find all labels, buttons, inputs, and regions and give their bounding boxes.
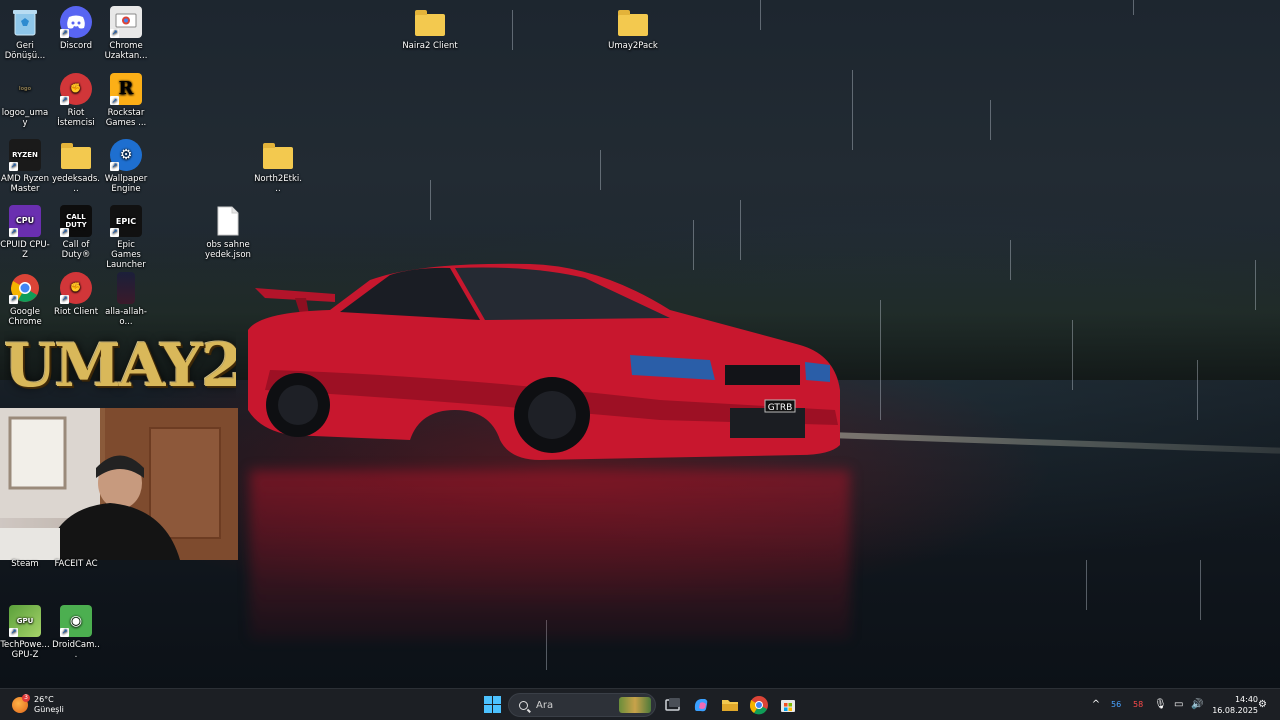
desktop-icon-call-of-duty[interactable]: CALL DUTY ↗ Call of Duty®	[51, 205, 101, 260]
copilot-icon	[694, 699, 708, 712]
desktop-icon-umay2pack[interactable]: Umay2Pack	[603, 6, 663, 51]
desktop-icon-recycle-bin[interactable]: Geri Dönüşü...	[0, 6, 50, 61]
search-placeholder: Ara	[536, 699, 554, 711]
windows-logo-icon	[484, 696, 492, 704]
search-icon	[519, 700, 528, 710]
webcam-person-image	[0, 408, 238, 560]
weather-condition: Güneşli	[34, 705, 64, 714]
droidcam-icon: ◉ ↗	[60, 605, 92, 637]
desktop-wallpaper: GTRB UMAY2	[0, 0, 1280, 688]
search-highlight-image	[619, 697, 651, 713]
desktop-icon-wallpaper-engine[interactable]: ⚙ ↗ Wallpaper Engine	[101, 139, 151, 194]
taskbar-clock[interactable]: 14:40 16.08.2025	[1206, 694, 1258, 716]
chrome-icon: ↗	[9, 272, 41, 304]
network-icon[interactable]: ▭	[1174, 689, 1183, 720]
folder-icon	[414, 6, 446, 38]
desktop-icon-google-chrome[interactable]: ↗ Google Chrome	[0, 272, 50, 327]
microphone-icon[interactable]: 🎙	[1154, 689, 1167, 720]
desktop-icon-alla-allah[interactable]: alla-allah-o...	[101, 272, 151, 327]
copilot-button[interactable]	[691, 695, 711, 715]
desktop-icon-chrome-remote-desktop[interactable]: ↗ Chrome Uzaktan...	[101, 6, 151, 61]
image-file-icon	[117, 272, 135, 304]
clock-time: 14:40	[1234, 695, 1258, 704]
recycle-bin-icon	[9, 6, 41, 38]
desktop-icon-rockstar-games[interactable]: R ↗ Rockstar Games ...	[101, 73, 151, 128]
task-view-button[interactable]	[663, 695, 683, 715]
microsoft-store-button[interactable]	[778, 695, 798, 715]
riot-client-icon: ✊ ↗	[60, 73, 92, 105]
task-view-icon	[665, 698, 680, 711]
gpu-z-icon: GPU ↗	[9, 605, 41, 637]
json-file-icon	[212, 205, 244, 237]
desktop-icon-obs-sahne-yedek[interactable]: obs sahne yedek.json	[203, 205, 253, 260]
taskbar: 3 26°C Güneşli Ara ^ 56 58 🎙 ▭ 🔊 14:40 1…	[0, 688, 1280, 720]
tray-blue-value[interactable]: 56	[1111, 689, 1121, 720]
tray-red-value[interactable]: 58	[1133, 689, 1143, 720]
rockstar-games-icon: R ↗	[110, 73, 142, 105]
weather-widget[interactable]: 3 26°C Güneşli	[12, 693, 64, 717]
desktop-icon-steam[interactable]: Steam	[0, 559, 50, 569]
desktop-icon-faceit-ac[interactable]: FACEIT AC	[51, 559, 101, 569]
folder-icon	[60, 139, 92, 171]
chrome-icon	[749, 696, 768, 715]
start-button[interactable]	[484, 696, 501, 713]
folder-icon	[262, 139, 294, 171]
chrome-taskbar-button[interactable]	[749, 695, 769, 715]
volume-icon[interactable]: 🔊	[1191, 689, 1203, 720]
weather-temperature: 26°C	[34, 695, 54, 704]
riot-client-icon: ✊ ↗	[60, 272, 92, 304]
car-image: GTRB	[248, 263, 840, 460]
file-explorer-button[interactable]	[720, 695, 740, 715]
desktop-icon-riot-client[interactable]: ✊ ↗ Riot Client	[51, 272, 101, 317]
desktop-icon-droidcam[interactable]: ◉ ↗ DroidCam...	[51, 605, 101, 660]
umay2-logo-overlay: UMAY2	[4, 331, 236, 401]
wallpaper-engine-icon: ⚙ ↗	[110, 139, 142, 171]
folder-icon	[617, 6, 649, 38]
image-file-icon: logo	[18, 86, 32, 92]
desktop-icon-discord[interactable]: ↗ Discord	[51, 6, 101, 51]
car-plate: GTRB	[768, 403, 793, 413]
weather-badge: 3	[22, 694, 30, 702]
notifications-icon[interactable]: ⚙	[1258, 689, 1267, 720]
cpu-z-icon: CPU ↗	[9, 205, 41, 237]
desktop-icon-cpu-z[interactable]: CPU ↗ CPUID CPU-Z	[0, 205, 50, 260]
epic-games-icon: EPIC ↗	[110, 205, 142, 237]
chrome-remote-desktop-icon: ↗	[110, 6, 142, 38]
tray-overflow-chevron-icon[interactable]: ^	[1090, 689, 1102, 720]
desktop-icon-yedeksads[interactable]: yedeksads...	[51, 139, 101, 194]
microsoft-store-icon	[781, 700, 795, 712]
car-reflection	[250, 470, 850, 640]
amd-ryzen-master-icon: RYZEN ↗	[9, 139, 41, 171]
desktop-icon-epic-games[interactable]: EPIC ↗ Epic Games Launcher	[101, 205, 151, 270]
wallpaper-road-line	[840, 432, 1280, 454]
taskbar-search-box[interactable]: Ara	[508, 693, 656, 717]
weather-sun-icon: 3	[12, 694, 30, 713]
desktop-icon-north2etki[interactable]: North2Etki...	[253, 139, 303, 194]
desktop-icon-amd-ryzen-master[interactable]: RYZEN ↗ AMD Ryzen Master	[0, 139, 50, 194]
call-of-duty-icon: CALL DUTY ↗	[60, 205, 92, 237]
file-explorer-icon	[722, 700, 738, 711]
webcam-overlay	[0, 408, 238, 560]
desktop-icon-riot-istemcisi[interactable]: ✊ ↗ Riot İstemcisi	[51, 73, 101, 128]
discord-icon: ↗	[60, 6, 92, 38]
clock-date: 16.08.2025	[1212, 706, 1258, 715]
desktop-icon-logoo-umay[interactable]: logo logoo_umay	[0, 73, 50, 128]
desktop-icon-naira2-client[interactable]: Naira2 Client	[400, 6, 460, 51]
desktop-icon-gpu-z[interactable]: GPU ↗ TechPowe... GPU-Z	[0, 605, 50, 660]
